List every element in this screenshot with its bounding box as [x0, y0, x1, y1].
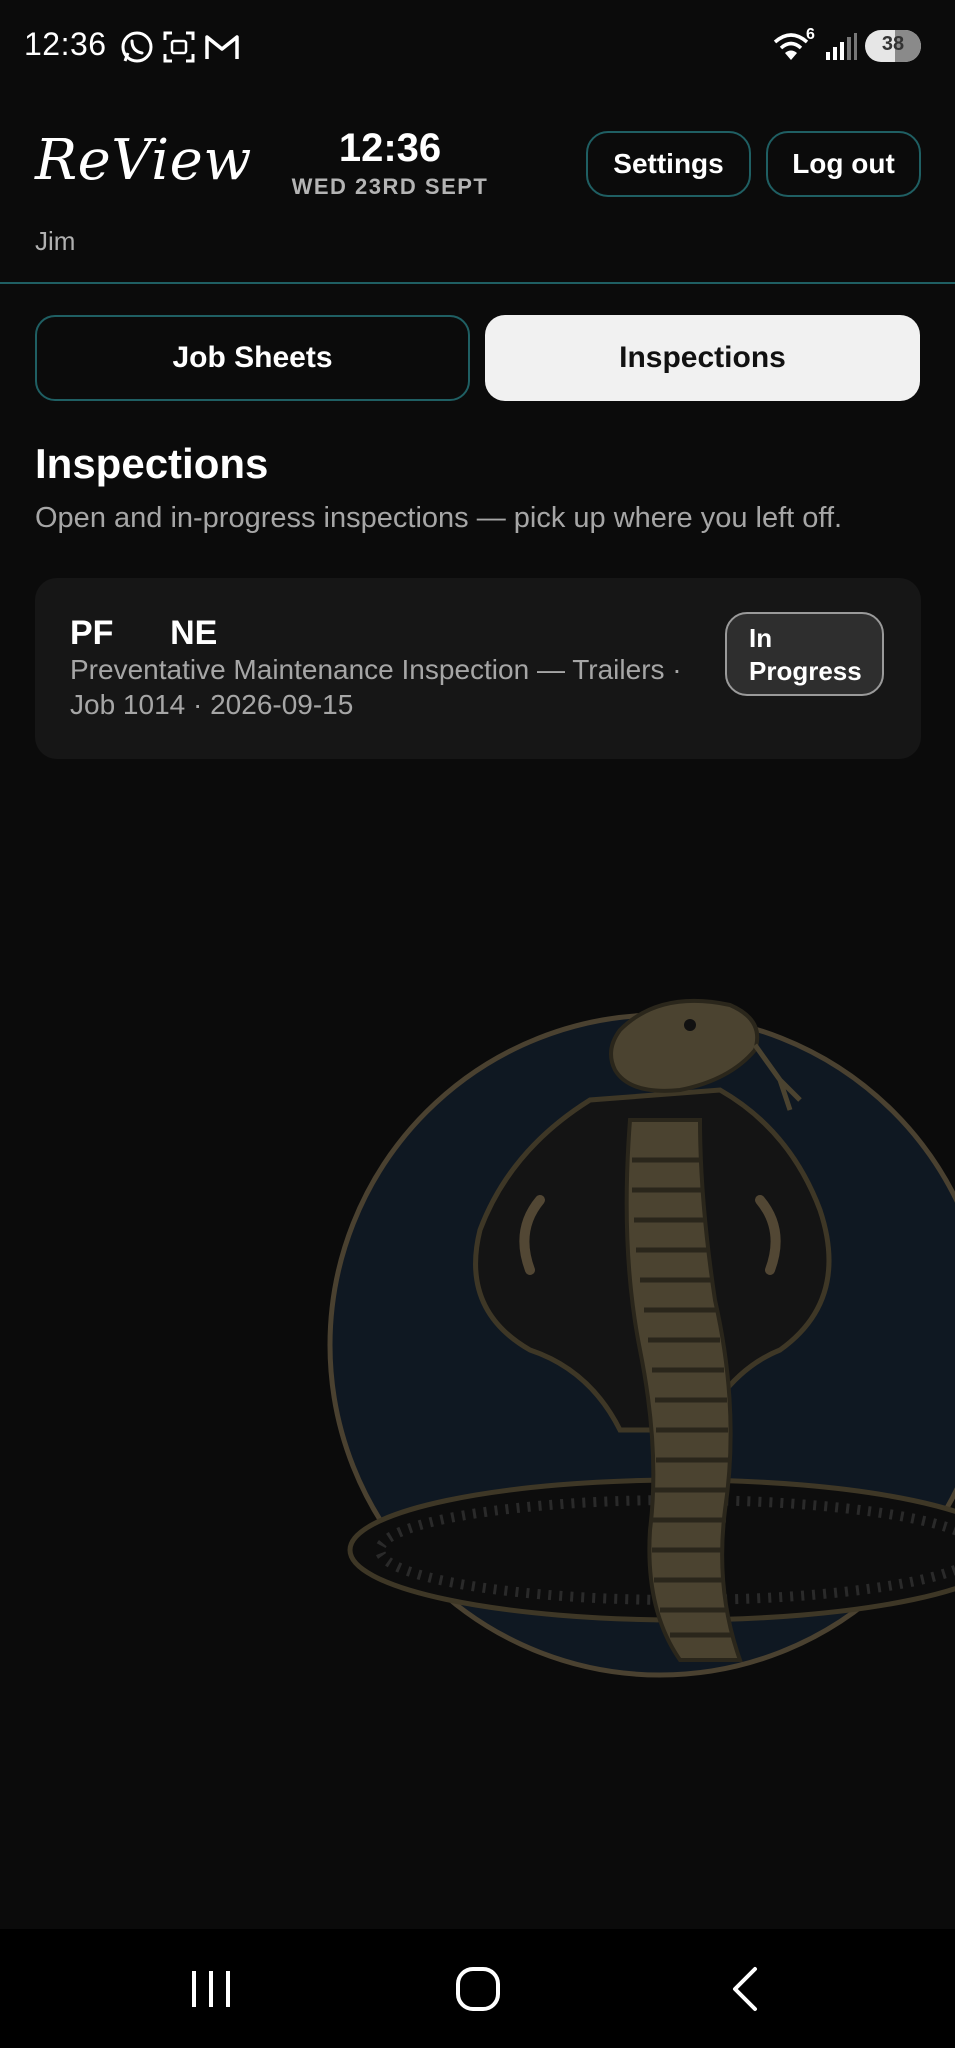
whatsapp-icon — [121, 31, 153, 63]
settings-button[interactable]: Settings — [586, 131, 751, 197]
recent-apps-icon[interactable] — [176, 1959, 246, 2019]
battery-level: 38 — [881, 33, 905, 55]
app-screen: 12:36 6 38 ReView 12:36 WED 23RD SEPT Se… — [0, 0, 955, 2048]
inspection-meta: Job 1014 · 2026-09-15 — [70, 689, 354, 720]
logout-button[interactable]: Log out — [766, 131, 921, 197]
header-clock: 12:36 WED 23RD SEPT — [270, 126, 510, 200]
back-icon[interactable] — [710, 1959, 780, 2019]
header-divider — [0, 282, 955, 284]
status-badge: In Progress — [725, 612, 884, 696]
home-icon[interactable] — [443, 1959, 513, 2019]
inspection-description: Preventative Maintenance Inspection — Tr… — [70, 654, 682, 685]
status-time: 12:36 — [24, 26, 107, 62]
status-bar: 12:36 6 38 — [0, 0, 955, 95]
inspection-title: PF NE — [70, 614, 218, 652]
tab-job-sheets[interactable]: Job Sheets — [35, 315, 470, 401]
user-name: Jim — [35, 226, 76, 256]
gmail-icon — [205, 35, 239, 59]
app-logo: ReView — [35, 128, 252, 193]
battery-icon: 38 — [865, 30, 921, 62]
cobra-emblem-image — [327, 998, 955, 1678]
clock-date: WED 23RD SEPT — [291, 174, 489, 199]
tab-inspections[interactable]: Inspections — [485, 315, 920, 401]
section-subtitle: Open and in-progress inspections — pick … — [35, 502, 843, 534]
system-nav-bar — [0, 1929, 955, 2048]
inspection-card[interactable]: PF NE Preventative Maintenance Inspectio… — [35, 578, 921, 759]
wifi-badge: 6 — [806, 26, 815, 43]
screenshot-icon — [163, 31, 195, 63]
wifi-icon — [773, 33, 809, 60]
clock-time: 12:36 — [338, 126, 442, 170]
section-title: Inspections — [35, 440, 269, 487]
signal-icon — [826, 33, 857, 60]
